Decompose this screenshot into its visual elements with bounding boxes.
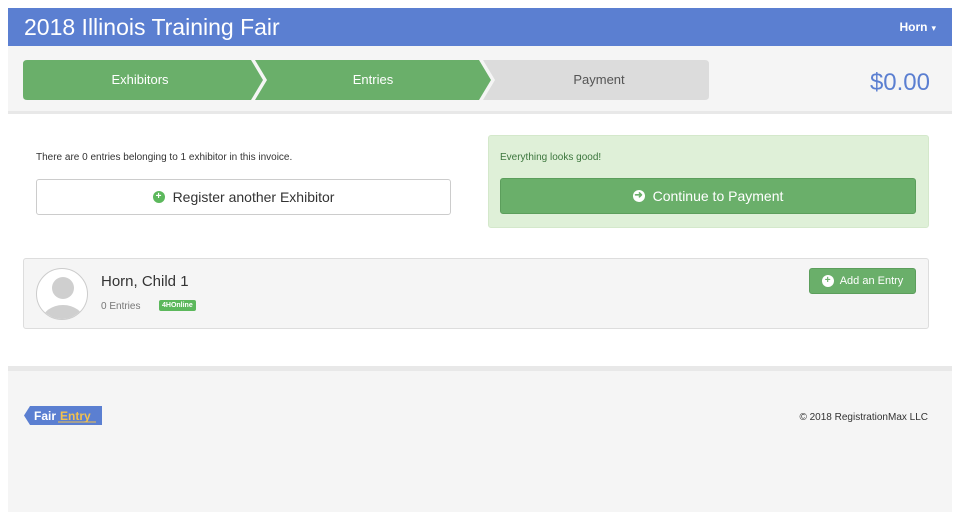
- plus-circle-icon: +: [152, 191, 165, 203]
- register-exhibitor-label: Register another Exhibitor: [172, 189, 335, 205]
- checkout-progress-bar: Exhibitors Entries Payment $0.00: [8, 46, 952, 114]
- user-menu[interactable]: Horn ▾: [899, 20, 936, 34]
- register-exhibitor-button[interactable]: + Register another Exhibitor: [36, 179, 451, 215]
- invoice-summary-text: There are 0 entries belonging to 1 exhib…: [36, 152, 293, 163]
- step-exhibitors[interactable]: Exhibitors: [23, 72, 257, 87]
- app-title: 2018 Illinois Training Fair: [24, 14, 280, 40]
- step-entries[interactable]: Entries: [259, 72, 487, 87]
- avatar: [36, 268, 88, 320]
- add-entry-label: Add an Entry: [839, 275, 904, 287]
- step-indicator: Exhibitors Entries Payment: [23, 60, 709, 100]
- status-message: Everything looks good!: [500, 152, 602, 163]
- step-payment[interactable]: Payment: [489, 72, 709, 87]
- exhibitor-entry-count: 0 Entries: [101, 301, 141, 312]
- copyright-text: © 2018 RegistrationMax LLC: [799, 412, 928, 423]
- arrow-circle-right-icon: ➜: [632, 190, 645, 202]
- plus-circle-icon: +: [821, 275, 834, 287]
- status-badge: 4HOnline: [159, 300, 196, 311]
- avatar-silhouette-icon: [42, 277, 84, 319]
- exhibitor-card: Horn, Child 1 0 Entries 4HOnline + Add a…: [23, 258, 929, 329]
- page: 2018 Illinois Training Fair Horn ▾ Exhibi…: [8, 8, 952, 512]
- caret-down-icon: ▾: [931, 23, 936, 33]
- exhibitor-name[interactable]: Horn, Child 1: [101, 273, 189, 290]
- invoice-total: $0.00: [869, 69, 930, 96]
- footer: Fair Entry © 2018 RegistrationMax LLC: [8, 366, 952, 512]
- svg-text:Fair: Fair: [34, 409, 56, 423]
- svg-text:Entry: Entry: [60, 409, 91, 423]
- continue-to-payment-button[interactable]: ➜ Continue to Payment: [500, 178, 916, 214]
- user-name: Horn: [899, 20, 928, 34]
- add-entry-button[interactable]: + Add an Entry: [809, 268, 916, 294]
- status-panel: Everything looks good! ➜ Continue to Pay…: [488, 135, 929, 228]
- top-navbar: 2018 Illinois Training Fair Horn ▾: [8, 8, 952, 46]
- fairentry-logo[interactable]: Fair Entry: [24, 406, 102, 425]
- continue-to-payment-label: Continue to Payment: [652, 188, 784, 204]
